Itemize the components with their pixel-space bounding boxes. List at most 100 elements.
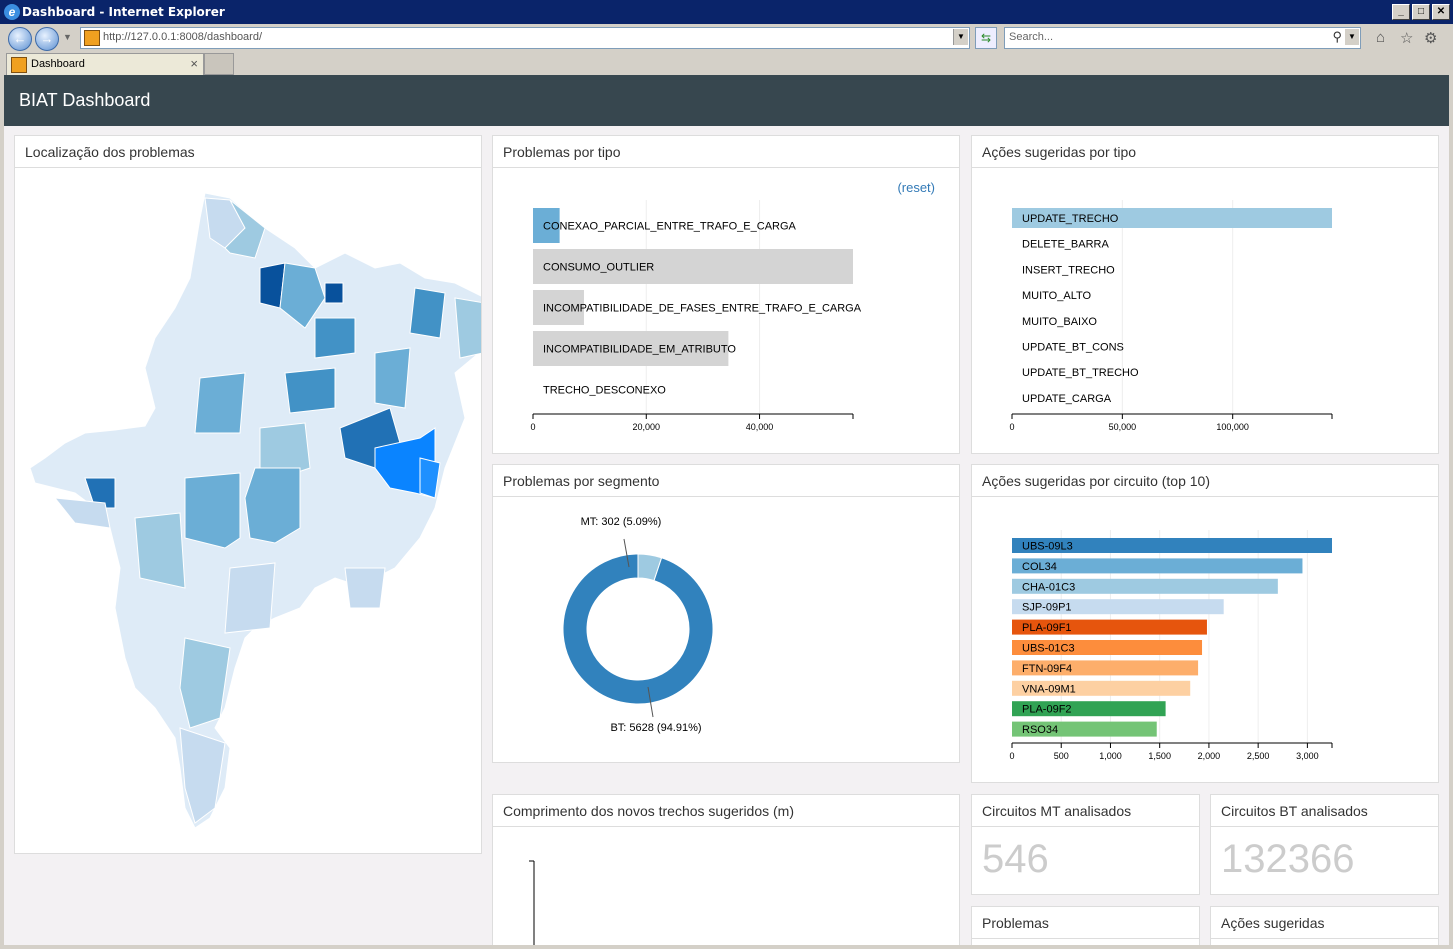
bar-label: CONSUMO_OUTLIER: [543, 262, 654, 274]
bar-label: DELETE_BARRA: [1022, 239, 1109, 251]
home-icon[interactable]: ⌂: [1376, 29, 1385, 46]
bar-label: MUITO_BAIXO: [1022, 316, 1097, 328]
x-tick-label: 1,500: [1148, 751, 1171, 761]
tab-bar: Dashboard ×: [0, 52, 1453, 75]
map-region[interactable]: [314, 317, 356, 359]
bar-label: FTN-09F4: [1022, 663, 1072, 675]
bar-label: VNA-09M1: [1022, 683, 1076, 695]
back-arrow-icon[interactable]: ←: [8, 27, 32, 51]
acoes-por-circuito-panel: Ações sugeridas por circuito (top 10) UB…: [971, 464, 1439, 783]
acoes-por-circuito-title: Ações sugeridas por circuito (top 10): [972, 465, 1438, 497]
problemas-por-segmento-chart[interactable]: MT: 302 (5.09%) BT: 5628 (94.91%): [493, 497, 959, 762]
x-tick-label: 40,000: [746, 422, 774, 432]
map-region[interactable]: [194, 372, 246, 434]
forward-arrow-icon[interactable]: →: [35, 27, 59, 51]
acoes-por-tipo-chart[interactable]: UPDATE_TRECHO DELETE_BARRA INSERT_TRECHO MU…: [972, 168, 1438, 453]
refresh-icon[interactable]: ⇆: [975, 27, 997, 49]
x-tick-label: 0: [530, 422, 535, 432]
gear-icon[interactable]: ⚙: [1424, 29, 1437, 47]
reset-link[interactable]: (reset): [897, 180, 935, 195]
search-input[interactable]: Search... ⚲ ▼: [1004, 27, 1361, 49]
slice-label: BT: 5628 (94.91%): [610, 722, 701, 734]
url-host: http://127.0.0.1: [103, 31, 177, 43]
bar-label: UBS-01C3: [1022, 643, 1075, 655]
x-tick-label: 500: [1054, 751, 1069, 761]
problemas-por-tipo-chart[interactable]: CONEXAO_PARCIAL_ENTRE_TRAFO_E_CARGA CONSU…: [493, 168, 959, 453]
map-region[interactable]: [284, 367, 336, 414]
circuitos-mt-value: 546: [982, 837, 1049, 881]
x-tick-label: 50,000: [1109, 422, 1137, 432]
comprimento-title: Comprimento dos novos trechos sugeridos …: [493, 795, 959, 827]
window-bottom-edge: [0, 945, 1453, 949]
bar-label: SJP-09P1: [1022, 602, 1072, 614]
bar-label: RSO34: [1022, 724, 1058, 736]
map-regions: [29, 192, 486, 829]
bar-label: INSERT_TRECHO: [1022, 264, 1115, 276]
tab-label: Dashboard: [31, 58, 85, 70]
map-region[interactable]: [244, 467, 301, 544]
window-titlebar: e Dashboard - Internet Explorer _ □ ✕: [0, 0, 1453, 24]
window-title: Dashboard - Internet Explorer: [22, 5, 225, 19]
search-placeholder: Search...: [1009, 31, 1054, 43]
map-region[interactable]: [134, 512, 186, 589]
bar-label: TRECHO_DESCONEXO: [543, 385, 666, 397]
bar-label: UPDATE_TRECHO: [1022, 213, 1119, 225]
bar-label: UPDATE_BT_TRECHO: [1022, 367, 1139, 379]
problemas-por-segmento-panel: Problemas por segmento MT: 302 (5.09%) BT…: [492, 464, 960, 763]
close-button[interactable]: ✕: [1432, 4, 1450, 20]
x-tick-label: 2,000: [1198, 751, 1221, 761]
map-region[interactable]: [409, 287, 446, 339]
bar-label: PLA-09F2: [1022, 704, 1072, 716]
bar-label: CHA-01C3: [1022, 581, 1075, 593]
tab-favicon-icon: [11, 57, 27, 73]
circuitos-bt-value: 132366: [1221, 837, 1355, 881]
search-dropdown-icon[interactable]: ▼: [1345, 29, 1359, 45]
map-region[interactable]: [454, 297, 486, 359]
map-region[interactable]: [179, 637, 231, 729]
map-region[interactable]: [184, 472, 241, 549]
bar-label: UPDATE_CARGA: [1022, 393, 1112, 405]
x-tick-label: 3,000: [1296, 751, 1319, 761]
bar-label: COL34: [1022, 561, 1057, 573]
minimize-button[interactable]: _: [1392, 4, 1410, 20]
map-region[interactable]: [344, 567, 386, 609]
map-region[interactable]: [53, 497, 111, 529]
bar-label: MUITO_ALTO: [1022, 290, 1092, 302]
address-bar[interactable]: http://127.0.0.1:8008/dashboard/ ▼: [80, 27, 970, 49]
problemas-por-tipo-title: Problemas por tipo: [493, 136, 959, 168]
circuitos-bt-title: Circuitos BT analisados: [1211, 795, 1438, 827]
circuitos-mt-title: Circuitos MT analisados: [972, 795, 1199, 827]
internet-explorer-icon: e: [4, 4, 20, 20]
comprimento-chart[interactable]: [493, 827, 959, 947]
new-tab-button[interactable]: [204, 53, 234, 75]
bar-label: CONEXAO_PARCIAL_ENTRE_TRAFO_E_CARGA: [543, 221, 797, 233]
slice-label: MT: 302 (5.09%): [581, 516, 662, 528]
address-dropdown-icon[interactable]: ▼: [953, 29, 968, 45]
favorites-star-icon[interactable]: ☆: [1400, 29, 1413, 47]
donut-slice[interactable]: [562, 553, 714, 705]
history-dropdown-icon[interactable]: ▼: [63, 32, 72, 42]
map-region[interactable]: [374, 347, 411, 409]
choropleth-map[interactable]: [15, 168, 486, 852]
acoes-por-tipo-title: Ações sugeridas por tipo: [972, 136, 1438, 168]
acoes-sugeridas-title: Ações sugeridas: [1211, 907, 1438, 939]
map-region[interactable]: [324, 282, 344, 304]
acoes-por-circuito-chart[interactable]: UBS-09L3 COL34 CHA-01C3 SJP-09P1 PLA-09F1 UBS…: [972, 497, 1438, 782]
bar-label: INCOMPATIBILIDADE_EM_ATRIBUTO: [543, 344, 736, 356]
bar-label: INCOMPATIBILIDADE_DE_FASES_ENTRE_TRAFO_E…: [543, 303, 862, 315]
problemas-title: Problemas: [972, 907, 1199, 939]
x-tick-label: 0: [1009, 422, 1014, 432]
comprimento-panel: Comprimento dos novos trechos sugeridos …: [492, 794, 960, 947]
maximize-button[interactable]: □: [1412, 4, 1430, 20]
circuitos-bt-panel: Circuitos BT analisados 132366: [1210, 794, 1439, 895]
tab-dashboard[interactable]: Dashboard ×: [6, 53, 204, 75]
tab-close-icon[interactable]: ×: [190, 56, 198, 71]
map-region[interactable]: [224, 562, 276, 634]
site-favicon-icon: [84, 30, 100, 46]
map-panel: Localização dos problemas: [14, 135, 486, 854]
app-brand[interactable]: BIAT Dashboard: [19, 90, 150, 111]
search-icon[interactable]: ⚲: [1332, 29, 1342, 45]
page-content: BIAT Dashboard Localização dos problemas: [4, 75, 1449, 947]
url-path: :8008/dashboard/: [176, 31, 263, 43]
bar-label: PLA-09F1: [1022, 622, 1072, 634]
